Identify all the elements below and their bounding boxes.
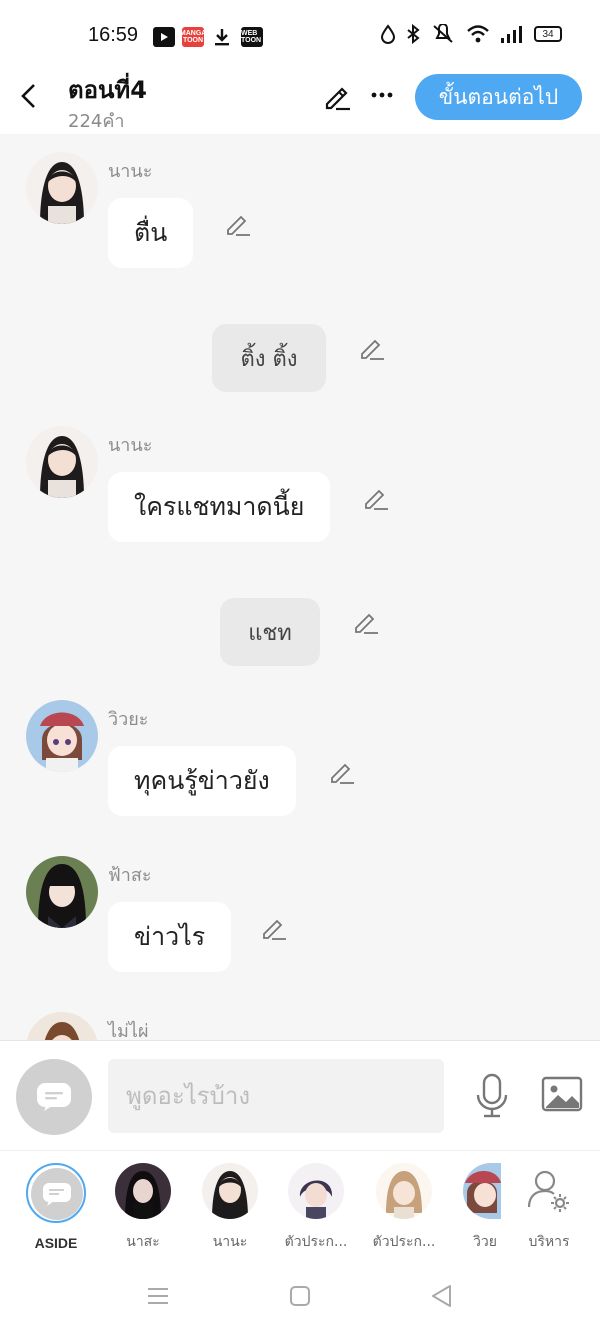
avatar	[288, 1163, 344, 1219]
microphone-button[interactable]	[472, 1073, 512, 1119]
microphone-icon	[476, 1073, 508, 1118]
narration-bubble[interactable]: ติ้ง ติ้ง	[212, 324, 326, 392]
avatar	[463, 1163, 501, 1219]
character-option-label: นานะ	[212, 1234, 248, 1250]
character-name: วิวยะ	[108, 709, 149, 730]
narration-bubble[interactable]: แชท	[220, 598, 320, 666]
edit-title-button[interactable]	[322, 82, 352, 112]
character-option[interactable]: นานะ	[187, 1163, 273, 1253]
character-option-label: นาสะ	[126, 1234, 160, 1250]
compose-bar	[0, 1040, 600, 1150]
image-button[interactable]	[540, 1075, 584, 1115]
character-option-label: บริหาร	[528, 1234, 570, 1250]
edit-message-button[interactable]	[328, 758, 356, 786]
pencil-icon	[361, 339, 384, 360]
character-selector: ASIDE นาสะ นานะ ตัวประก... ตัวประก... วิ…	[0, 1150, 600, 1258]
avatar	[26, 1163, 86, 1223]
message-bubble[interactable]: ใครแชทมาดนี้ย	[108, 472, 331, 542]
word-count: 224คำ	[68, 111, 125, 132]
mangatoon-icon: MANGA TOON	[180, 27, 206, 47]
status-bar: 16:59 MANGA TOON WEB TOON 34	[0, 0, 600, 62]
battery-indicator: 34	[534, 26, 562, 42]
chat-area[interactable]: นานะ ตื่น ติ้ง ติ้ง นานะ ใครแชทมาดนี้ย แ…	[0, 134, 600, 1040]
back-button[interactable]	[14, 78, 42, 114]
pencil-icon	[227, 215, 250, 236]
edit-message-button[interactable]	[358, 334, 386, 362]
image-icon	[541, 1076, 583, 1112]
episode-header: ตอนที่4 224คำ ขั้นตอนต่อไป	[0, 62, 600, 134]
webtoon-icon: WEB TOON	[241, 27, 263, 47]
page-title: ตอนที่4	[68, 76, 147, 104]
avatar[interactable]	[26, 856, 98, 928]
character-name: นานะ	[108, 435, 153, 456]
menu-icon	[148, 1288, 168, 1304]
chat-bubble-icon	[37, 1083, 71, 1111]
status-time: 16:59	[88, 24, 139, 46]
drop-icon	[380, 24, 396, 44]
message-bubble[interactable]: ตื่น	[108, 198, 194, 268]
more-options-button[interactable]	[366, 80, 398, 110]
menu-nav-button[interactable]	[144, 1282, 172, 1310]
character-option[interactable]: ตัวประก...	[361, 1163, 447, 1253]
edit-message-button[interactable]	[352, 608, 380, 636]
avatar	[376, 1163, 432, 1219]
chevron-left-icon	[21, 84, 35, 108]
more-dots-icon	[371, 92, 393, 98]
character-option-label: ตัวประก...	[284, 1234, 348, 1250]
edit-message-button[interactable]	[260, 914, 288, 942]
pencil-icon	[365, 489, 388, 510]
youtube-icon	[153, 27, 175, 47]
avatar	[202, 1163, 258, 1219]
avatar	[115, 1163, 171, 1219]
character-option-label: ตัวประก...	[372, 1234, 436, 1250]
character-option[interactable]: นาสะ	[100, 1163, 186, 1253]
download-icon	[212, 27, 232, 51]
pencil-icon	[331, 763, 354, 784]
home-square-icon	[290, 1286, 310, 1306]
message-bubble[interactable]: ทุคนรู้ข่าวยัง	[108, 746, 296, 816]
user-settings-icon	[521, 1163, 577, 1219]
pencil-icon	[263, 919, 286, 940]
back-triangle-icon	[432, 1285, 451, 1307]
character-name: นานะ	[108, 161, 153, 182]
avatar[interactable]	[26, 426, 98, 498]
character-option-aside[interactable]: ASIDE	[13, 1163, 99, 1251]
character-name: ฟ้าสะ	[108, 865, 152, 886]
avatar[interactable]	[26, 1012, 98, 1040]
bluetooth-icon	[407, 24, 420, 44]
next-step-button[interactable]: ขั้นตอนต่อไป	[415, 74, 582, 120]
aside-toggle-button[interactable]	[16, 1059, 92, 1135]
avatar[interactable]	[26, 152, 98, 224]
edit-message-button[interactable]	[362, 484, 390, 512]
edit-message-button[interactable]	[224, 210, 252, 238]
character-option[interactable]: ตัวประก...	[273, 1163, 359, 1253]
wifi-icon	[467, 25, 489, 43]
system-nav-bar	[0, 1258, 600, 1333]
message-bubble[interactable]: ข่าวไร	[108, 902, 232, 972]
avatar[interactable]	[26, 700, 98, 772]
pencil-icon	[355, 613, 378, 634]
character-option-label: ASIDE	[34, 1235, 78, 1251]
back-nav-button[interactable]	[428, 1282, 456, 1310]
pencil-icon	[325, 87, 350, 111]
home-nav-button[interactable]	[286, 1282, 314, 1310]
manage-characters-button[interactable]: บริหาร	[506, 1163, 592, 1253]
message-input[interactable]	[108, 1059, 444, 1133]
character-name: ไม่ไผ่	[108, 1021, 149, 1040]
mute-icon	[433, 24, 453, 43]
signal-icon	[501, 26, 522, 43]
